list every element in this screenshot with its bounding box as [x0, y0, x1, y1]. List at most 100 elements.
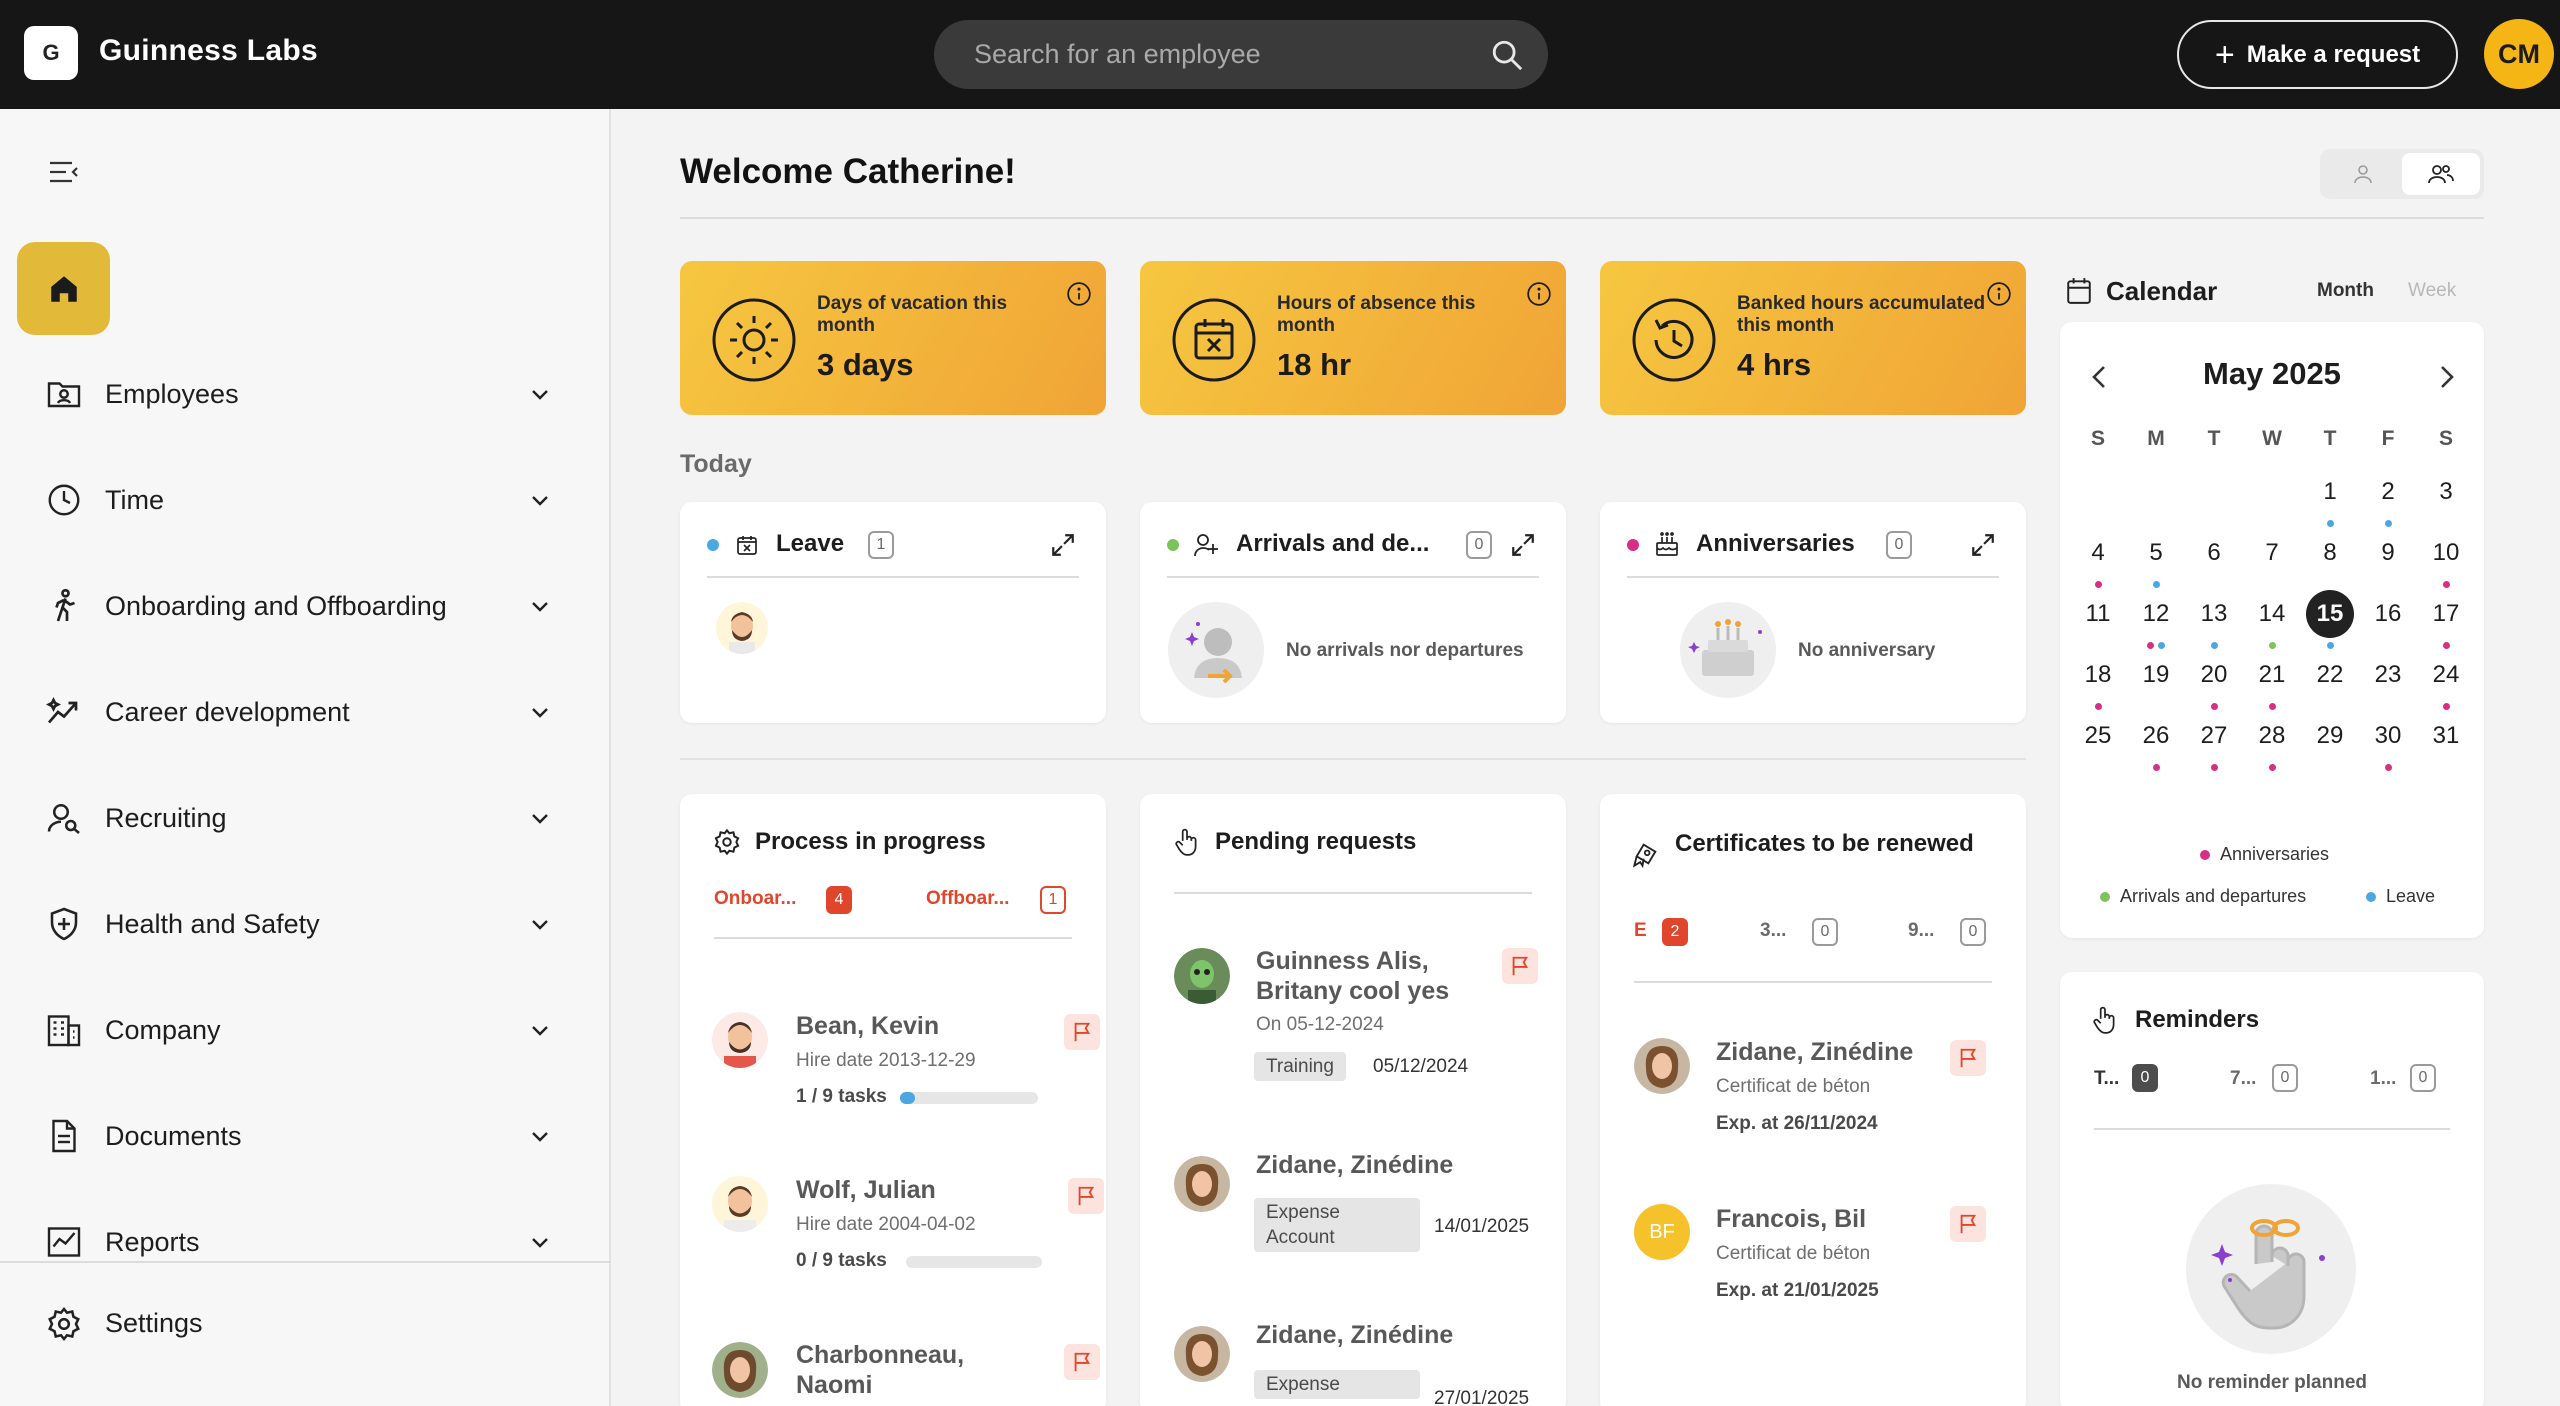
- flag-button[interactable]: [1064, 1344, 1100, 1380]
- chevron-left-icon[interactable]: [2088, 362, 2112, 392]
- calendar-day[interactable]: 18: [2074, 651, 2122, 699]
- person-name[interactable]: Zidane, Zinédine: [1716, 1037, 1913, 1067]
- tab-onboarding[interactable]: Onboar...: [714, 888, 796, 910]
- person-name[interactable]: Charbonneau, Naomi: [796, 1340, 996, 1400]
- kpi-vacation-card[interactable]: Days of vacation this month 3 days: [680, 261, 1106, 415]
- calendar-day[interactable]: 6: [2190, 529, 2238, 577]
- calendar-day[interactable]: 23: [2364, 651, 2412, 699]
- calendar-day[interactable]: 4: [2074, 529, 2122, 577]
- calendar-day[interactable]: 28: [2248, 712, 2296, 760]
- person-name[interactable]: Bean, Kevin: [796, 1011, 939, 1041]
- person-name[interactable]: Zidane, Zinédine: [1256, 1320, 1453, 1350]
- person-name[interactable]: Francois, Bil: [1716, 1204, 1866, 1234]
- calendar-day[interactable]: 20: [2190, 651, 2238, 699]
- expand-icon[interactable]: [1510, 532, 1536, 558]
- tab-today[interactable]: T...: [2094, 1068, 2119, 1090]
- chevron-down-icon[interactable]: [528, 382, 552, 406]
- calendar-day[interactable]: 22: [2306, 651, 2354, 699]
- calendar-day[interactable]: 31: [2422, 712, 2470, 760]
- sidebar-item-settings[interactable]: Settings: [0, 1292, 611, 1356]
- flag-button[interactable]: [1502, 948, 1538, 984]
- calendar-day[interactable]: 27: [2190, 712, 2238, 760]
- sidebar-item-time[interactable]: Time: [0, 460, 611, 540]
- sidebar-item-company[interactable]: Company: [0, 990, 611, 1070]
- sidebar-item-onboarding[interactable]: Onboarding and Offboarding: [0, 566, 611, 646]
- sidebar-item-documents[interactable]: Documents: [0, 1096, 611, 1176]
- calendar-day[interactable]: 12: [2132, 590, 2180, 638]
- calendar-day[interactable]: 14: [2248, 590, 2296, 638]
- kpi-absence-card[interactable]: Hours of absence this month 18 hr: [1140, 261, 1566, 415]
- avatar[interactable]: [1174, 1156, 1230, 1212]
- info-icon[interactable]: [1526, 281, 1552, 307]
- calendar-day[interactable]: 11: [2074, 590, 2122, 638]
- team-view-button[interactable]: [2402, 153, 2480, 195]
- calendar-day[interactable]: 17: [2422, 590, 2470, 638]
- chevron-down-icon[interactable]: [528, 1230, 552, 1254]
- chevron-down-icon[interactable]: [528, 1018, 552, 1042]
- sidebar-item-reports[interactable]: Reports: [0, 1202, 611, 1259]
- calendar-day[interactable]: 26: [2132, 712, 2180, 760]
- calendar-day[interactable]: 10: [2422, 529, 2470, 577]
- calendar-day[interactable]: 24: [2422, 651, 2470, 699]
- search-icon[interactable]: [1490, 38, 1524, 72]
- calendar-day[interactable]: 7: [2248, 529, 2296, 577]
- avatar[interactable]: BF: [1634, 1204, 1690, 1260]
- avatar[interactable]: [716, 602, 768, 654]
- chevron-down-icon[interactable]: [528, 594, 552, 618]
- tab-expired[interactable]: E: [1634, 920, 1647, 942]
- calendar-day[interactable]: 1: [2306, 468, 2354, 516]
- sidebar-item-health-safety[interactable]: Health and Safety: [0, 884, 611, 964]
- info-icon[interactable]: [1066, 281, 1092, 307]
- tab-offboarding[interactable]: Offboar...: [926, 888, 1009, 910]
- avatar[interactable]: [712, 1176, 768, 1232]
- kpi-banked-hours-card[interactable]: Banked hours accumulated this month 4 hr…: [1600, 261, 2026, 415]
- person-name[interactable]: Wolf, Julian: [796, 1175, 936, 1205]
- avatar[interactable]: [1634, 1038, 1690, 1094]
- calendar-day[interactable]: 5: [2132, 529, 2180, 577]
- user-avatar[interactable]: CM: [2484, 19, 2554, 89]
- calendar-day[interactable]: 9: [2364, 529, 2412, 577]
- search-input[interactable]: [934, 20, 1548, 89]
- person-name[interactable]: Guinness Alis, Britany cool yes: [1256, 946, 1488, 1006]
- chevron-down-icon[interactable]: [528, 488, 552, 512]
- calendar-day[interactable]: 29: [2306, 712, 2354, 760]
- avatar[interactable]: [712, 1012, 768, 1068]
- calendar-day[interactable]: 16: [2364, 590, 2412, 638]
- sidebar-item-career-development[interactable]: Career development: [0, 672, 611, 752]
- expand-icon[interactable]: [1970, 532, 1996, 558]
- flag-button[interactable]: [1950, 1206, 1986, 1242]
- avatar[interactable]: [712, 1342, 768, 1398]
- chevron-down-icon[interactable]: [528, 1124, 552, 1148]
- tab-1-month[interactable]: 1...: [2370, 1068, 2396, 1090]
- calendar-day[interactable]: 2: [2364, 468, 2412, 516]
- chevron-right-icon[interactable]: [2434, 362, 2458, 392]
- personal-view-button[interactable]: [2324, 153, 2402, 195]
- calendar-mode-week[interactable]: Week: [2408, 280, 2456, 302]
- chevron-down-icon[interactable]: [528, 806, 552, 830]
- avatar[interactable]: [1174, 948, 1230, 1004]
- calendar-day[interactable]: 25: [2074, 712, 2122, 760]
- flag-button[interactable]: [1068, 1178, 1104, 1214]
- chevron-down-icon[interactable]: [528, 912, 552, 936]
- tab-90-days[interactable]: 9...: [1908, 920, 1934, 942]
- make-request-button[interactable]: + Make a request: [2177, 20, 2458, 89]
- calendar-day[interactable]: 30: [2364, 712, 2412, 760]
- calendar-day[interactable]: 15: [2306, 590, 2354, 638]
- collapse-menu-icon[interactable]: [48, 159, 80, 185]
- avatar[interactable]: [1174, 1326, 1230, 1382]
- calendar-mode-month[interactable]: Month: [2317, 280, 2374, 302]
- company-logo[interactable]: G: [24, 26, 78, 80]
- sidebar-item-employees[interactable]: Employees: [0, 354, 611, 434]
- person-name[interactable]: Zidane, Zinédine: [1256, 1150, 1453, 1180]
- calendar-day[interactable]: 21: [2248, 651, 2296, 699]
- calendar-day[interactable]: 13: [2190, 590, 2238, 638]
- tab-30-days[interactable]: 3...: [1760, 920, 1786, 942]
- calendar-day[interactable]: 19: [2132, 651, 2180, 699]
- flag-button[interactable]: [1950, 1040, 1986, 1076]
- chevron-down-icon[interactable]: [528, 700, 552, 724]
- calendar-day[interactable]: 8: [2306, 529, 2354, 577]
- expand-icon[interactable]: [1050, 532, 1076, 558]
- calendar-day[interactable]: 3: [2422, 468, 2470, 516]
- sidebar-item-recruiting[interactable]: Recruiting: [0, 778, 611, 858]
- flag-button[interactable]: [1064, 1014, 1100, 1050]
